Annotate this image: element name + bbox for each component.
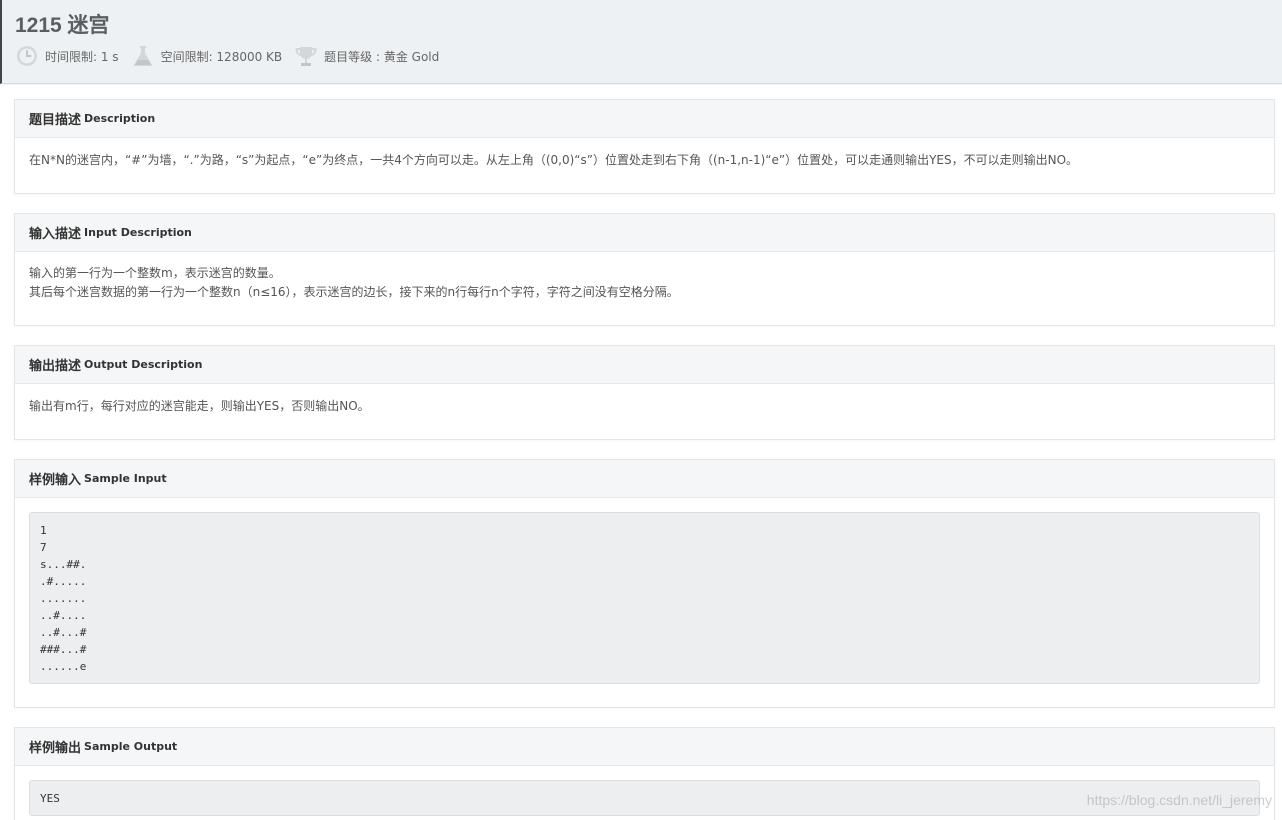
memory-limit-text: 空间限制: 128000 KB <box>160 49 283 64</box>
input-text-line-2: 其后每个迷宫数据的第一行为一个整数n（n≤16），表示迷宫的边长，接下来的n行每… <box>29 285 679 299</box>
problem-header: 1215 迷宫 时间限制: 1 s 空间限制: 128000 KB 题目等级:… <box>0 0 1282 84</box>
description-title-en: Description <box>84 112 156 125</box>
description-title-cn: 题目描述 <box>29 113 82 128</box>
problem-meta: 时间限制: 1 s 空间限制: 128000 KB 题目等级 : 黄金 Gold <box>15 43 451 69</box>
sample-input-title-en: Sample Input <box>84 472 167 485</box>
sample-input-code[interactable]: 1 7 s...##. .#..... ....... ..#.... ..#.… <box>29 512 1260 684</box>
sample-output-code[interactable]: YES <box>29 780 1260 816</box>
sample-input-title-cn: 样例输入 <box>29 473 82 488</box>
trophy-icon <box>294 44 318 68</box>
sample-output-title-en: Sample Output <box>84 740 178 753</box>
watermark: https://blog.csdn.net/li_jeremy <box>1086 792 1272 808</box>
description-text: 在N*N的迷宫内，“#”为墙，“.”为路，“s”为起点，“e”为终点，一共4个方… <box>29 153 1079 167</box>
input-text-line-1: 输入的第一行为一个整数m，表示迷宫的数量。 <box>29 266 281 280</box>
output-title-en: Output Description <box>84 358 203 371</box>
content-area <box>0 85 1282 820</box>
memory-limit: 空间限制: 128000 KB <box>131 44 283 68</box>
input-panel: 输入描述 Input Description 输入的第一行为一个整数m，表示迷宫… <box>14 213 1275 326</box>
output-heading: 输出描述 Output Description <box>15 346 1274 384</box>
problem-level: 题目等级 : 黄金 Gold <box>294 44 439 68</box>
sample-output-title-cn: 样例输出 <box>29 741 82 756</box>
output-text: 输出有m行，每行对应的迷宫能走，则输出YES，否则输出NO。 <box>29 399 370 413</box>
output-title-cn: 输出描述 <box>29 359 82 374</box>
time-limit: 时间限制: 1 s <box>15 44 119 68</box>
input-heading: 输入描述 Input Description <box>15 214 1274 252</box>
clock-icon <box>15 44 39 68</box>
time-limit-text: 时间限制: 1 s <box>45 49 119 64</box>
description-heading: 题目描述 Description <box>15 100 1274 138</box>
page-title: 1215 迷宫 <box>15 14 110 37</box>
flask-icon <box>131 44 155 68</box>
sample-output-heading: 样例输出 Sample Output <box>15 728 1274 766</box>
input-title-cn: 输入描述 <box>29 227 82 242</box>
sample-input-heading: 样例输入 Sample Input <box>15 460 1274 498</box>
sample-input-panel: 样例输入 Sample Input 1 7 s...##. .#..... ..… <box>14 459 1275 708</box>
level-text: 题目等级 : 黄金 Gold <box>324 49 440 64</box>
description-panel: 题目描述 Description 在N*N的迷宫内，“#”为墙，“.”为路，“s… <box>14 99 1275 194</box>
input-title-en: Input Description <box>84 226 192 239</box>
output-panel: 输出描述 Output Description 输出有m行，每行对应的迷宫能走，… <box>14 345 1275 440</box>
